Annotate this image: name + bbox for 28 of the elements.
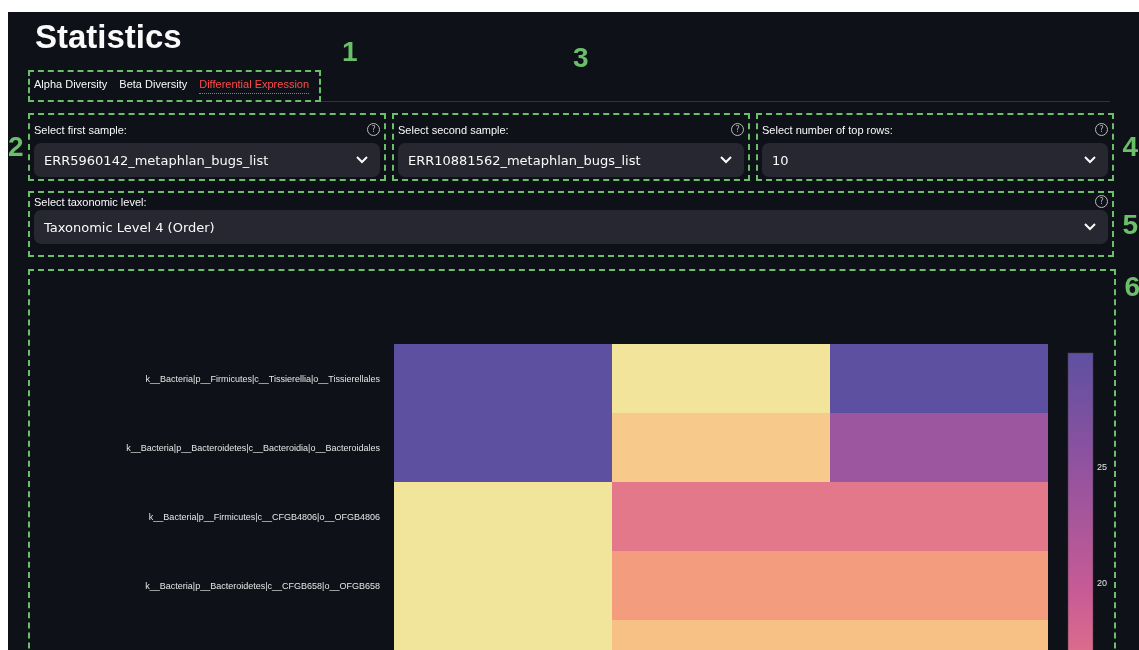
row-label: k__Bacteria|p__Bacteroidetes|c__CFGB658|o__OFGB658: [145, 581, 380, 591]
tab[interactable]: Beta Diversity: [119, 78, 188, 94]
row-label: k__Bacteria|p__Bacteroidetes|c__Bacteroidia|o__Bacteroidales: [126, 443, 380, 453]
annotation-number: 6: [1124, 273, 1139, 301]
chevron-icon: [1084, 156, 1096, 164]
chevron-icon: [720, 156, 732, 164]
colorbar-tick-label: 20: [1097, 578, 1107, 588]
page-title: Statistics: [34, 17, 182, 57]
row-label: k__Bacteria|p__Firmicutes|c__CFGB4806|o__OFGB4806: [148, 512, 380, 522]
field-label: Select number of top rows:: [762, 123, 893, 136]
annotation-number: 1: [342, 38, 358, 66]
colorbar-tick-label: 25: [1097, 462, 1107, 472]
annotation-number: 5: [1122, 211, 1138, 239]
annotation-number: 2: [8, 133, 24, 161]
dropdown[interactable]: ERR10881562_metaphlan_bugs_list: [398, 143, 744, 177]
tab[interactable]: Differential Expression: [199, 78, 310, 94]
field-label: Select second sample:: [398, 123, 509, 136]
annotation-number: 3: [573, 44, 589, 72]
row-label: k__Bacteria|p__Firmicutes|c__Tissierellia|o__Tissierellales: [145, 374, 380, 384]
chevron-icon: [1084, 223, 1096, 231]
tab[interactable]: Alpha Diversity: [34, 78, 108, 94]
field-label: Select taxonomic level:: [34, 195, 147, 208]
chevron-icon: [356, 156, 368, 164]
dropdown[interactable]: ERR5960142_metaphlan_bugs_list: [34, 143, 380, 177]
dropdown[interactable]: 10: [762, 143, 1108, 177]
field-label: Select first sample:: [34, 123, 127, 136]
dropdown[interactable]: Taxonomic Level 4 (Order): [34, 210, 1108, 244]
annotation-number: 4: [1122, 133, 1138, 161]
